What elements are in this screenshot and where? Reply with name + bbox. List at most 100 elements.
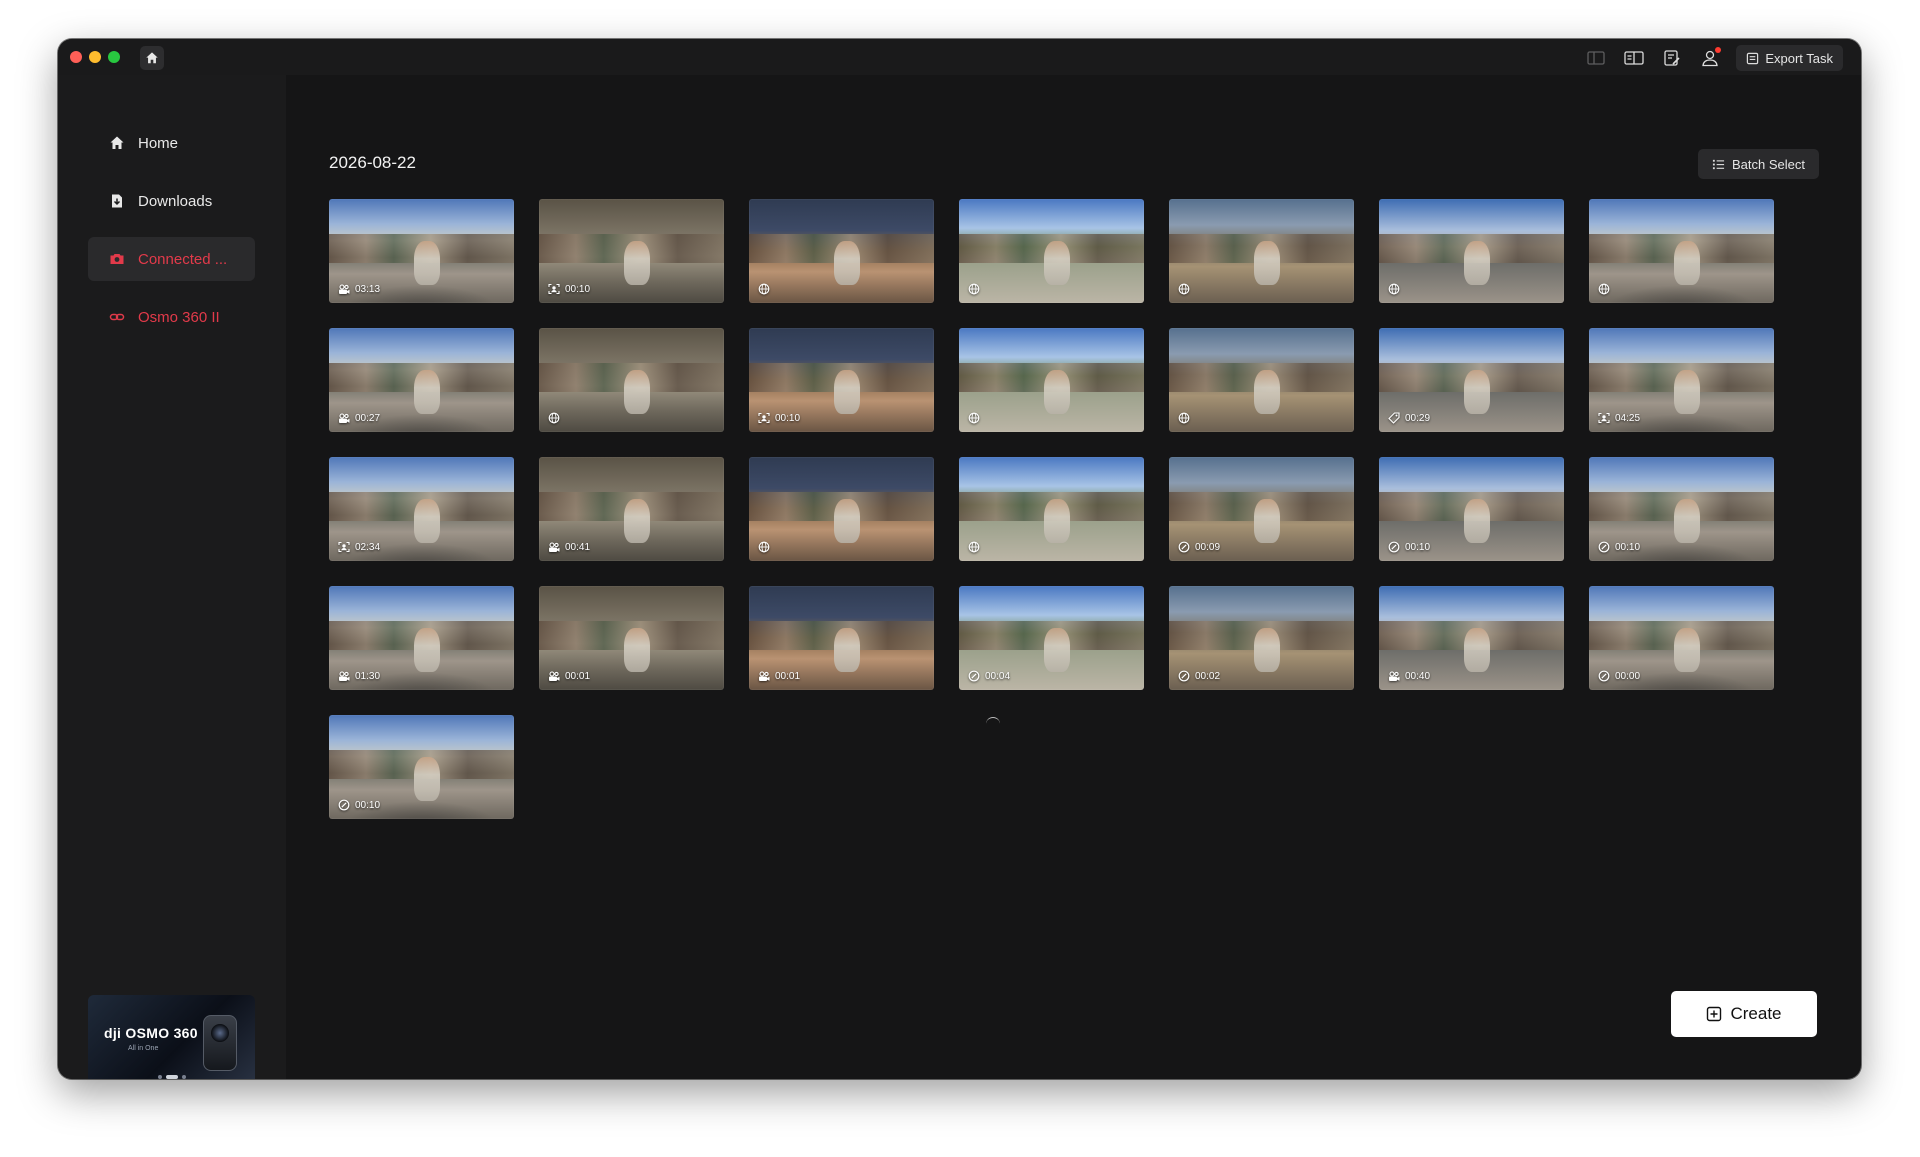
media-badge: 00:01 <box>548 671 590 682</box>
media-duration: 00:27 <box>355 413 381 424</box>
batch-select-button[interactable]: Batch Select <box>1698 149 1819 179</box>
media-badge: 00:10 <box>758 412 800 424</box>
media-thumbnail[interactable] <box>749 457 934 561</box>
notification-dot <box>1715 47 1722 53</box>
media-thumbnail[interactable]: 00:10 <box>749 328 934 432</box>
media-thumbnail[interactable] <box>1169 199 1354 303</box>
media-thumbnail[interactable]: 00:10 <box>329 715 514 819</box>
media-badge <box>968 541 980 553</box>
panorama-360-icon <box>1388 283 1400 295</box>
media-duration: 00:10 <box>1615 541 1641 553</box>
media-thumbnail[interactable]: 01:30 <box>329 586 514 690</box>
minimize-window-button[interactable] <box>89 51 101 63</box>
camera-icon <box>108 250 126 268</box>
media-thumbnail[interactable] <box>959 199 1144 303</box>
media-thumbnail[interactable]: 00:01 <box>539 586 724 690</box>
promo-subtitle: All in One <box>128 1045 159 1052</box>
panorama-360-icon <box>758 541 770 553</box>
media-thumbnail[interactable]: 00:27 <box>329 328 514 432</box>
media-thumbnail[interactable]: 00:41 <box>539 457 724 561</box>
media-thumbnail[interactable]: 00:40 <box>1379 586 1564 690</box>
media-thumbnail[interactable]: 00:01 <box>749 586 934 690</box>
panorama-360-icon <box>968 541 980 553</box>
media-duration: 00:29 <box>1405 412 1431 424</box>
sidebar-toggle-icon[interactable] <box>1584 46 1608 70</box>
account-icon[interactable] <box>1698 46 1722 70</box>
media-thumbnail[interactable]: 04:25 <box>1589 328 1774 432</box>
panorama-360-icon <box>1178 412 1190 424</box>
media-thumbnail[interactable]: 00:10 <box>1379 457 1564 561</box>
media-thumbnail[interactable]: 03:13 <box>329 199 514 303</box>
close-window-button[interactable] <box>70 51 82 63</box>
selfie-icon <box>758 412 770 424</box>
media-thumbnail[interactable]: 00:04 <box>959 586 1144 690</box>
export-task-button[interactable]: Export Task <box>1736 45 1843 71</box>
product-promo-banner[interactable]: dji OSMO 360 All in One <box>88 995 255 1079</box>
media-thumbnail[interactable] <box>749 199 934 303</box>
zoom-window-button[interactable] <box>108 51 120 63</box>
timelapse-icon <box>338 799 350 811</box>
sidebar-item-home[interactable]: Home <box>88 121 255 165</box>
media-duration: 02:34 <box>355 541 381 553</box>
sidebar-item-osmo-360[interactable]: Osmo 360 II <box>88 295 255 339</box>
title-bar: Export Task <box>58 39 1861 75</box>
timelapse-icon <box>1178 541 1190 553</box>
media-badge <box>1598 283 1610 295</box>
media-thumbnail[interactable]: 00:00 <box>1589 586 1774 690</box>
camera-product-image <box>203 1015 237 1071</box>
video-icon <box>339 671 350 681</box>
media-duration: 00:41 <box>565 542 591 553</box>
media-duration: 00:00 <box>1615 670 1641 682</box>
timelapse-icon <box>1598 541 1610 553</box>
media-thumbnail[interactable] <box>539 328 724 432</box>
selfie-icon <box>548 283 560 295</box>
media-duration: 04:25 <box>1615 412 1641 424</box>
panorama-360-icon <box>548 412 560 424</box>
media-badge: 00:27 <box>338 413 380 424</box>
sidebar-item-downloads[interactable]: Downloads <box>88 179 255 223</box>
media-duration: 00:01 <box>775 671 801 682</box>
media-duration: 00:04 <box>985 670 1011 682</box>
media-badge: 00:00 <box>1598 670 1640 682</box>
media-thumbnail[interactable] <box>1169 328 1354 432</box>
panorama-360-icon <box>1178 283 1190 295</box>
media-thumbnail[interactable]: 00:10 <box>539 199 724 303</box>
media-badge <box>758 283 770 295</box>
media-thumbnail[interactable] <box>1379 199 1564 303</box>
media-thumbnail[interactable] <box>1589 199 1774 303</box>
media-thumbnail[interactable]: 00:02 <box>1169 586 1354 690</box>
media-badge: 03:13 <box>338 284 380 295</box>
media-thumbnail[interactable] <box>959 457 1144 561</box>
media-badge: 00:41 <box>548 542 590 553</box>
media-duration: 03:13 <box>355 284 381 295</box>
media-duration: 00:40 <box>1405 671 1431 682</box>
create-button[interactable]: Create <box>1671 991 1817 1037</box>
media-badge: 02:34 <box>338 541 380 553</box>
media-thumbnail[interactable]: 00:29 <box>1379 328 1564 432</box>
media-badge <box>1178 412 1190 424</box>
media-duration: 00:01 <box>565 671 591 682</box>
media-thumbnail[interactable] <box>959 328 1144 432</box>
split-view-icon[interactable] <box>1622 46 1646 70</box>
media-badge <box>758 541 770 553</box>
promo-pagination <box>158 1075 186 1079</box>
edit-note-icon[interactable] <box>1660 46 1684 70</box>
timelapse-icon <box>1178 670 1190 682</box>
video-icon <box>1389 671 1400 681</box>
panorama-360-icon <box>1598 283 1610 295</box>
media-badge: 00:04 <box>968 670 1010 682</box>
media-badge <box>548 412 560 424</box>
selfie-icon <box>1598 412 1610 424</box>
sidebar-item-connected[interactable]: Connected ... <box>88 237 255 281</box>
panorama-360-icon <box>968 283 980 295</box>
loading-spinner <box>986 717 1000 731</box>
home-icon <box>146 52 158 64</box>
home-toolbar-button[interactable] <box>140 46 164 70</box>
sidebar-item-label: Home <box>138 134 179 152</box>
media-grid: 03:13 00:10 00:27 00:10 00:29 04:25 02:34 00:41… <box>329 199 1774 819</box>
media-badge: 04:25 <box>1598 412 1640 424</box>
media-thumbnail[interactable]: 00:10 <box>1589 457 1774 561</box>
media-thumbnail[interactable]: 00:09 <box>1169 457 1354 561</box>
video-icon <box>549 671 560 681</box>
media-thumbnail[interactable]: 02:34 <box>329 457 514 561</box>
